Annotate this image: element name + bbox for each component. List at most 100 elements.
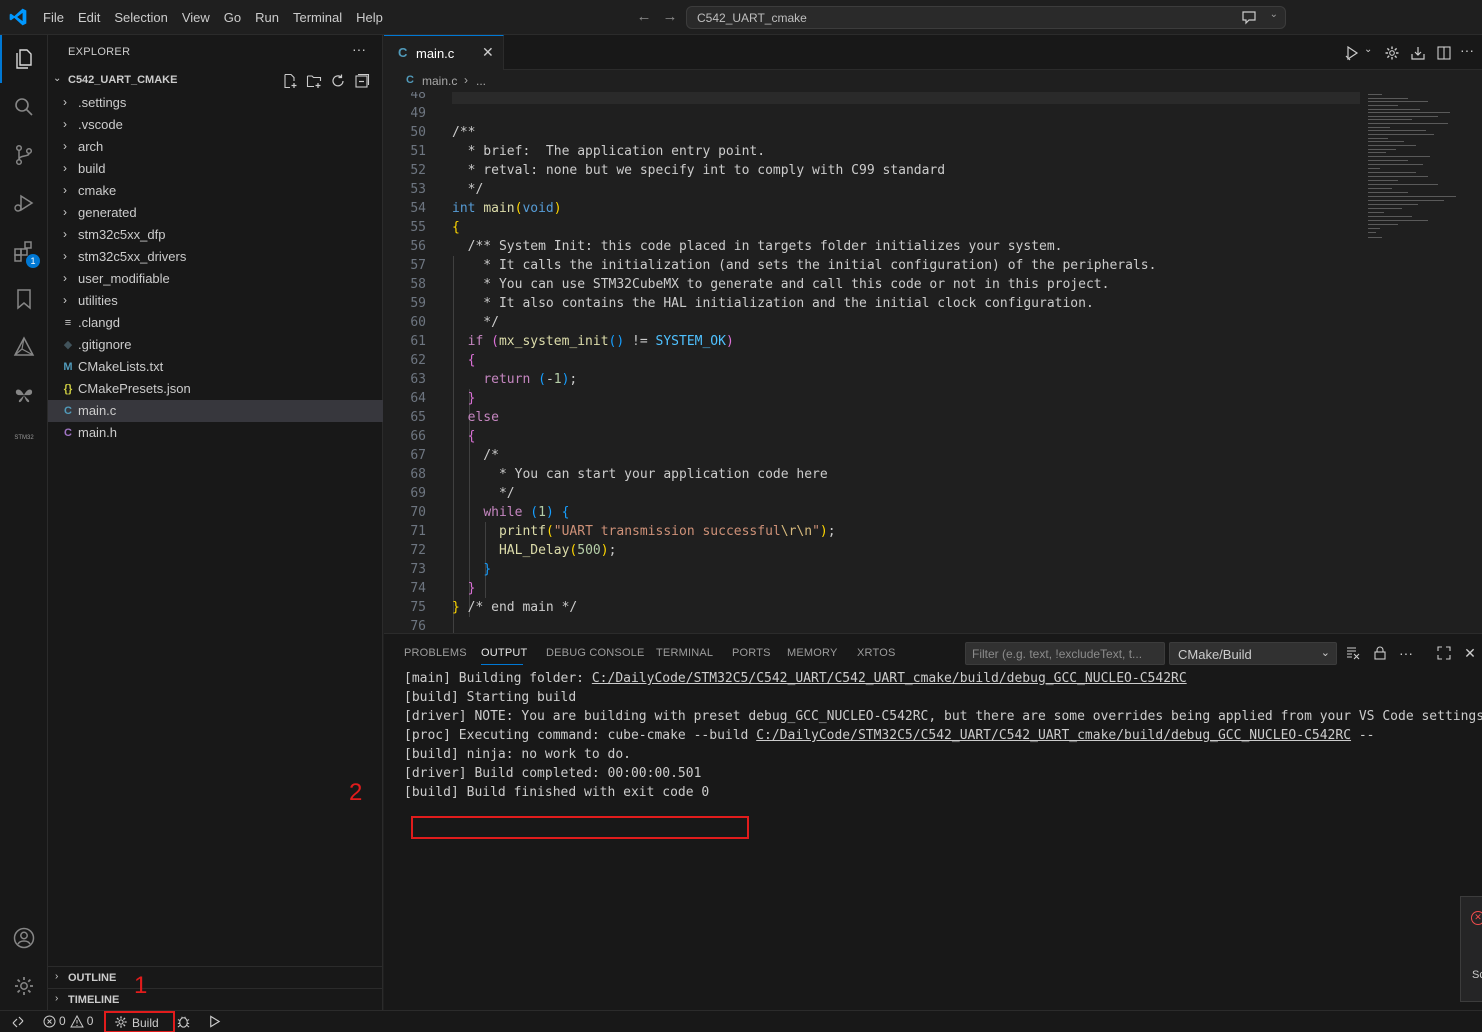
accounts-activity[interactable] — [0, 914, 48, 962]
new-file-icon[interactable] — [282, 73, 298, 89]
menu-view[interactable]: View — [175, 0, 217, 35]
menu-file[interactable]: File — [36, 0, 71, 35]
menu-edit[interactable]: Edit — [71, 0, 107, 35]
collapse-all-icon[interactable] — [354, 73, 370, 89]
tree-folder[interactable]: › cmake — [48, 180, 383, 202]
chevron-down-icon[interactable]: ⌄ — [1364, 44, 1380, 60]
menu-go[interactable]: Go — [217, 0, 248, 35]
close-panel-icon[interactable]: ✕ — [1462, 645, 1478, 661]
maximize-panel-icon[interactable] — [1436, 645, 1452, 661]
line-number: 51 — [410, 144, 426, 159]
chevron-right-icon: › — [63, 117, 67, 131]
more-actions-icon[interactable]: ··· — [352, 41, 366, 57]
tree-folder[interactable]: › user_modifiable — [48, 268, 383, 290]
tree-item-label: utilities — [78, 293, 118, 308]
explorer-activity[interactable] — [0, 35, 48, 83]
chat-icon[interactable] — [1241, 10, 1257, 25]
lock-icon[interactable] — [1372, 645, 1388, 661]
panel-tab-problems[interactable]: PROBLEMS — [404, 647, 467, 659]
panel-tab-terminal[interactable]: TERMINAL — [656, 647, 713, 659]
tree-folder[interactable]: › .vscode — [48, 114, 383, 136]
output-filter-input[interactable]: Filter (e.g. text, !excludeText, t... — [965, 642, 1165, 665]
build-button[interactable]: Build — [104, 1011, 175, 1032]
split-editor-icon[interactable] — [1436, 45, 1452, 61]
tree-file[interactable]: ≡ .clangd — [48, 312, 383, 334]
panel-tab-ports[interactable]: PORTS — [732, 647, 771, 659]
new-folder-icon[interactable] — [306, 73, 322, 89]
tree-folder[interactable]: › .settings — [48, 92, 383, 114]
run-debug-activity[interactable] — [0, 179, 48, 227]
stm32-activity[interactable] — [0, 371, 48, 419]
tree-file[interactable]: {} CMakePresets.json — [48, 378, 383, 400]
tree-file[interactable]: M CMakeLists.txt — [48, 356, 383, 378]
search-activity[interactable] — [0, 83, 48, 131]
cmake-icon — [13, 336, 35, 356]
code-line: 63 return (-1); — [384, 370, 1364, 389]
tree-folder[interactable]: › stm32c5xx_dfp — [48, 224, 383, 246]
clear-output-icon[interactable] — [1345, 645, 1361, 661]
tree-folder[interactable]: › arch — [48, 136, 383, 158]
breadcrumb-symbols[interactable]: ... — [476, 74, 486, 88]
manage-activity[interactable] — [0, 962, 48, 1010]
outline-section[interactable]: › OUTLINE — [48, 966, 383, 988]
menu-selection[interactable]: Selection — [107, 0, 174, 35]
notification-toast[interactable]: ✕ Sc — [1460, 896, 1482, 1002]
vscode-logo-icon — [9, 8, 27, 26]
forward-arrow-icon[interactable]: → — [661, 8, 679, 26]
panel-tab-output[interactable]: OUTPUT — [481, 647, 527, 659]
output-text: [driver] NOTE: You are building with pre… — [404, 709, 1482, 724]
download-icon[interactable] — [1410, 45, 1426, 61]
timeline-section[interactable]: › TIMELINE — [48, 988, 383, 1010]
menu-help[interactable]: Help — [349, 0, 390, 35]
tree-folder[interactable]: › generated — [48, 202, 383, 224]
output-path-link[interactable]: C:/DailyCode/STM32C5/C542_UART/C542_UART… — [756, 728, 1351, 743]
line-number: 57 — [410, 258, 426, 273]
minimap[interactable] — [1368, 92, 1460, 252]
tree-folder[interactable]: › stm32c5xx_drivers — [48, 246, 383, 268]
code-text: { — [467, 353, 476, 368]
editor-tab-bar: C main.c ✕ ⌄ ··· — [384, 35, 1482, 70]
code-line: 67 /* — [384, 446, 1364, 465]
run-code-icon[interactable] — [1344, 45, 1360, 61]
tree-file[interactable]: ◆ .gitignore — [48, 334, 383, 356]
line-number: 48 — [410, 92, 426, 102]
menu-run[interactable]: Run — [248, 0, 286, 35]
tab-main-c[interactable]: C main.c ✕ — [384, 35, 504, 70]
remote-icon[interactable] — [10, 1014, 26, 1030]
refresh-icon[interactable] — [330, 73, 346, 89]
code-text: } /* end main */ — [452, 600, 578, 615]
stm32-butterfly-icon — [15, 389, 33, 403]
more-actions-icon[interactable]: ··· — [1460, 42, 1476, 58]
extensions-activity[interactable]: 1 — [0, 227, 48, 275]
menu-terminal[interactable]: Terminal — [286, 0, 349, 35]
code-editor[interactable]: 48 49 50 /** 51 * brief: The application ent… — [384, 92, 1482, 633]
run-debug-icon — [14, 194, 34, 212]
gear-icon[interactable] — [1384, 45, 1400, 61]
back-arrow-icon[interactable]: ← — [635, 8, 653, 26]
close-icon[interactable]: ✕ — [482, 44, 494, 61]
chevron-right-icon: › — [63, 161, 67, 175]
bookmarks-activity[interactable] — [0, 275, 48, 323]
project-name: C542_UART_CMAKE — [68, 74, 178, 86]
tree-file[interactable]: Cmain.c — [48, 400, 383, 422]
panel-tab-memory[interactable]: MEMORY — [787, 647, 838, 659]
more-actions-icon[interactable]: ··· — [1398, 645, 1414, 661]
tree-file[interactable]: Cmain.h — [48, 422, 383, 444]
tree-folder[interactable]: › build — [48, 158, 383, 180]
chevron-down-icon[interactable]: ⌄ — [1270, 9, 1278, 20]
project-folder-header[interactable]: ⌄ C542_UART_CMAKE — [48, 70, 383, 92]
panel-tab-debug-console[interactable]: DEBUG CONSOLE — [546, 647, 645, 659]
debug-bug-icon[interactable] — [176, 1014, 191, 1029]
run-icon[interactable] — [207, 1014, 222, 1029]
breadcrumb-file[interactable]: main.c — [422, 74, 457, 88]
output-path-link[interactable]: C:/DailyCode/STM32C5/C542_UART/C542_UART… — [592, 671, 1187, 686]
panel-tab-xrtos[interactable]: XRTOS — [857, 647, 896, 659]
tree-folder[interactable]: › utilities — [48, 290, 383, 312]
source-control-activity[interactable] — [0, 131, 48, 179]
c-file-icon: C — [398, 45, 408, 60]
line-number: 53 — [410, 182, 426, 197]
output-channel-select[interactable]: CMake/Build ⌄ — [1169, 642, 1337, 665]
command-center-search[interactable]: C542_UART_cmake ⌄ — [686, 6, 1286, 29]
cmake-activity[interactable] — [0, 323, 48, 371]
problems-status[interactable]: 0 0 — [43, 1014, 93, 1028]
